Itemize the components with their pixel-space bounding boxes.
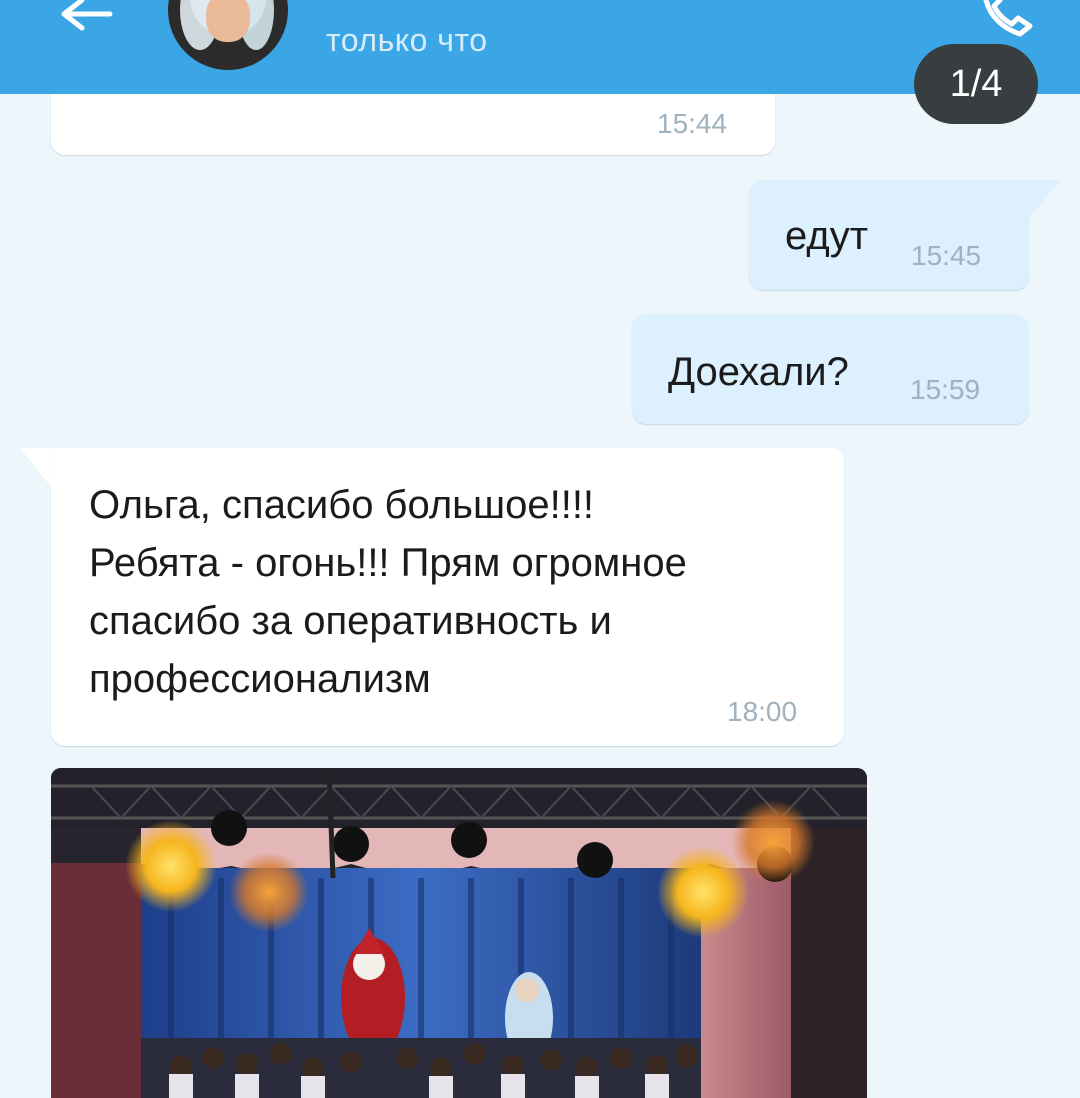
arrow-left-icon[interactable] [58, 0, 118, 36]
message-time: 15:45 [911, 240, 982, 271]
bubble-tail [20, 448, 52, 488]
message-text: Ольга, спасибо большое!!!! Ребята - огон… [89, 483, 687, 701]
contact-avatar[interactable] [168, 0, 288, 70]
message-bubble-outgoing[interactable]: едут 15:45 [749, 180, 1029, 290]
message-text: едут [785, 214, 869, 258]
stage-photo-image [51, 768, 867, 1098]
message-time: 15:44 [657, 108, 728, 139]
bubble-tail [1028, 180, 1060, 220]
media-counter-badge: 1/4 [914, 44, 1038, 124]
message-bubble-incoming[interactable]: Ольга, спасибо большое!!!! Ребята - огон… [51, 448, 844, 746]
message-time: 18:00 [727, 696, 798, 727]
photo-attachment[interactable] [51, 768, 867, 1098]
phone-icon[interactable] [976, 0, 1040, 40]
message-text: Доехали? [668, 350, 849, 394]
message-time: 15:59 [910, 374, 981, 405]
message-bubble-outgoing[interactable]: Доехали? 15:59 [632, 314, 1029, 424]
contact-status: только что [326, 22, 488, 58]
